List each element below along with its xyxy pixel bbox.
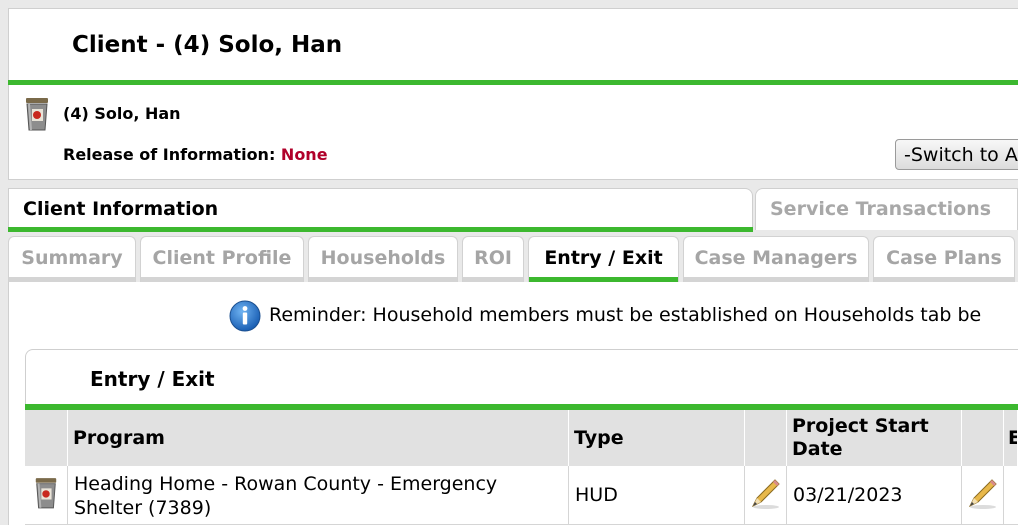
edit-pencil-icon[interactable] — [966, 476, 1000, 515]
reminder-message: Reminder: Household members must be esta… — [269, 304, 982, 326]
edit-pencil-icon[interactable] — [749, 476, 783, 515]
column-header-type[interactable]: Type — [569, 410, 745, 466]
column-header-label: Program — [73, 427, 165, 449]
column-header-exit[interactable]: E — [1004, 410, 1018, 466]
header-edit-column — [745, 410, 787, 466]
header-edit-column-2 — [962, 410, 1004, 466]
subtab-summary[interactable]: Summary — [8, 236, 136, 282]
edit-exit-date-cell — [962, 466, 1004, 525]
subtab-label: Case Managers — [694, 247, 858, 269]
section-title: Entry / Exit — [90, 367, 215, 391]
info-icon — [229, 300, 261, 336]
program-type: HUD — [575, 484, 618, 506]
subtab-label: Case Plans — [886, 247, 1002, 269]
trash-icon[interactable] — [23, 96, 51, 136]
subtab-case-plans[interactable]: Case Plans — [873, 236, 1015, 282]
client-name: (4) Solo, Han — [63, 104, 181, 123]
subtab-label: ROI — [474, 247, 512, 269]
subtab-client-profile[interactable]: Client Profile — [140, 236, 304, 282]
project-start-date: 03/21/2023 — [793, 484, 903, 506]
table-cell-program: Heading Home - Rowan County - Emergency … — [68, 466, 569, 525]
active-tab-underline — [8, 227, 753, 232]
table-cell-type: HUD — [569, 466, 745, 525]
header-icon-column — [25, 410, 68, 466]
subtab-label: Summary — [21, 247, 123, 269]
roi-line: Release of Information: None — [63, 145, 328, 164]
column-header-program[interactable]: Program — [68, 410, 569, 466]
trash-icon[interactable] — [33, 476, 59, 515]
column-header-label: Project Start Date — [792, 415, 929, 460]
edit-start-date-cell — [745, 466, 787, 525]
tab-service-transactions-label: Service Transactions — [770, 198, 992, 220]
table-cell-exit-date — [1004, 466, 1018, 525]
subtab-entry-exit[interactable]: Entry / Exit — [528, 236, 679, 282]
row-delete-cell — [25, 466, 68, 525]
subtab-case-managers[interactable]: Case Managers — [683, 236, 869, 282]
page-title: Client - (4) Solo, Han — [72, 32, 343, 58]
header-divider — [8, 80, 1018, 85]
subtab-label: Client Profile — [152, 247, 292, 269]
subtab-households[interactable]: Households — [308, 236, 458, 282]
program-name: Heading Home - Rowan County - Emergency … — [74, 473, 498, 519]
column-header-label: E — [1008, 427, 1017, 449]
column-header-project-start-date[interactable]: Project Start Date — [787, 410, 962, 466]
table-cell-start-date: 03/21/2023 — [787, 466, 962, 525]
roi-label: Release of Information: — [63, 145, 276, 164]
subtab-roi[interactable]: ROI — [462, 236, 524, 282]
roi-value: None — [280, 145, 328, 164]
column-header-label: Type — [574, 427, 624, 449]
switch-button[interactable]: -Switch to A — [895, 139, 1018, 170]
tab-client-information-label: Client Information — [23, 198, 219, 220]
subtab-label: Households — [320, 247, 446, 269]
subtab-label: Entry / Exit — [544, 247, 663, 269]
